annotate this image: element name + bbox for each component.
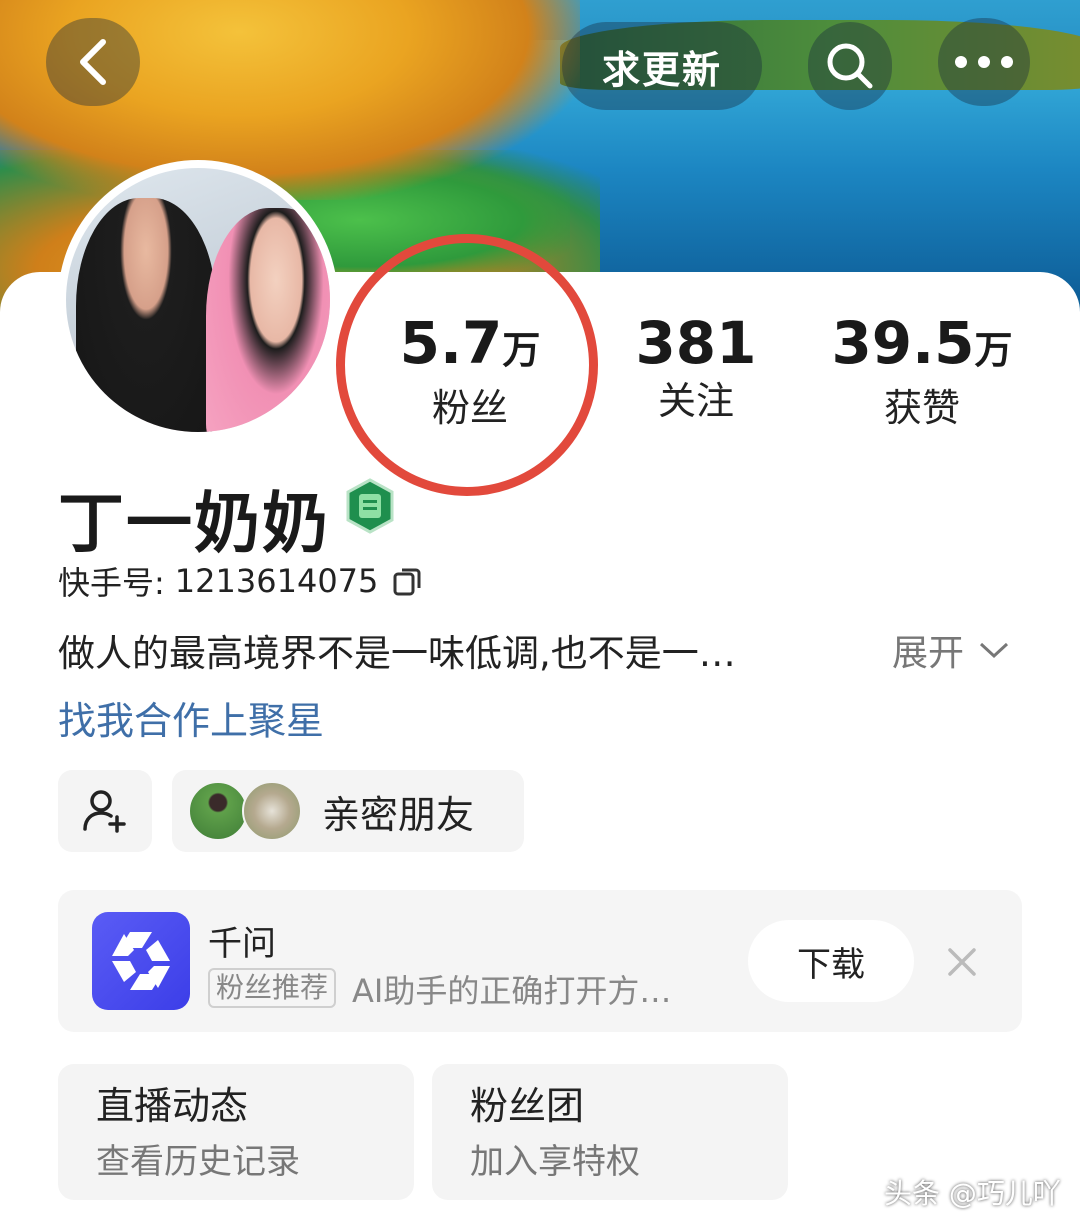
qianwen-app-icon <box>92 912 190 1010</box>
following-label: 关注 <box>657 379 734 423</box>
tile-title: 粉丝团 <box>470 1084 585 1128</box>
fan-club-tile[interactable]: 粉丝团 加入享特权 <box>432 1064 788 1200</box>
chevron-down-icon <box>979 642 1009 659</box>
copy-icon[interactable] <box>392 565 424 597</box>
avatar-photo <box>66 168 330 432</box>
search-button[interactable] <box>808 22 892 110</box>
promo-description: AI助手的正确打开方… <box>352 972 672 1010</box>
watermark: 头条 @巧儿吖 <box>884 1177 1061 1210</box>
add-friend-button[interactable] <box>58 770 152 852</box>
user-id-row: 快手号: 1213614075 <box>58 558 424 604</box>
more-horizontal-icon <box>955 56 1013 68</box>
bio-text: 做人的最高境界不是一味低调,也不是一… <box>58 632 736 675</box>
profile-name: 丁一奶奶 <box>58 485 330 562</box>
request-update-label: 求更新 <box>601 47 722 92</box>
friend-avatar <box>188 781 248 841</box>
qianwen-logo-icon <box>112 932 170 990</box>
live-history-tile[interactable]: 直播动态 查看历史记录 <box>58 1064 414 1200</box>
user-id-label: 快手号: <box>58 564 165 602</box>
verified-badge-icon[interactable] <box>344 478 396 534</box>
expand-label: 展开 <box>892 633 965 674</box>
tile-title: 直播动态 <box>96 1084 249 1128</box>
avatar-person-right <box>206 208 330 432</box>
avatar[interactable] <box>58 160 338 440</box>
search-icon <box>827 43 873 89</box>
close-icon[interactable] <box>942 942 982 982</box>
user-id-value: 1213614075 <box>174 562 379 600</box>
promo-tag: 粉丝推荐 <box>208 968 337 1008</box>
chevron-left-icon <box>80 39 106 85</box>
tile-subtitle: 查看历史记录 <box>96 1142 300 1182</box>
request-update-button[interactable]: 求更新 <box>562 22 762 110</box>
avatar-person-left <box>76 198 216 432</box>
download-button[interactable]: 下载 <box>748 920 914 1002</box>
following-stat[interactable]: 381 关注 <box>586 310 806 424</box>
add-user-icon <box>83 790 126 833</box>
close-friends-label: 亲密朋友 <box>322 792 475 837</box>
likes-label: 获赞 <box>883 386 960 430</box>
app-promo-card[interactable]: 千问 粉丝推荐 AI助手的正确打开方… 下载 <box>58 890 1022 1032</box>
promo-app-name: 千问 <box>208 924 276 964</box>
following-count: 381 <box>635 309 757 377</box>
cooperate-link[interactable]: 找我合作上聚星 <box>58 690 324 745</box>
expand-bio-button[interactable]: 展开 <box>892 624 1010 676</box>
bio-row: 做人的最高境界不是一味低调,也不是一… 展开 <box>58 624 1018 676</box>
fans-highlight-circle <box>336 234 598 496</box>
likes-count: 39.5万 <box>831 309 1013 377</box>
close-friends-button[interactable]: 亲密朋友 <box>172 770 524 852</box>
back-button[interactable] <box>46 18 140 106</box>
likes-stat[interactable]: 39.5万 获赞 <box>812 310 1032 431</box>
more-button[interactable] <box>938 18 1030 106</box>
tile-subtitle: 加入享特权 <box>470 1142 640 1182</box>
friend-avatar <box>242 781 302 841</box>
